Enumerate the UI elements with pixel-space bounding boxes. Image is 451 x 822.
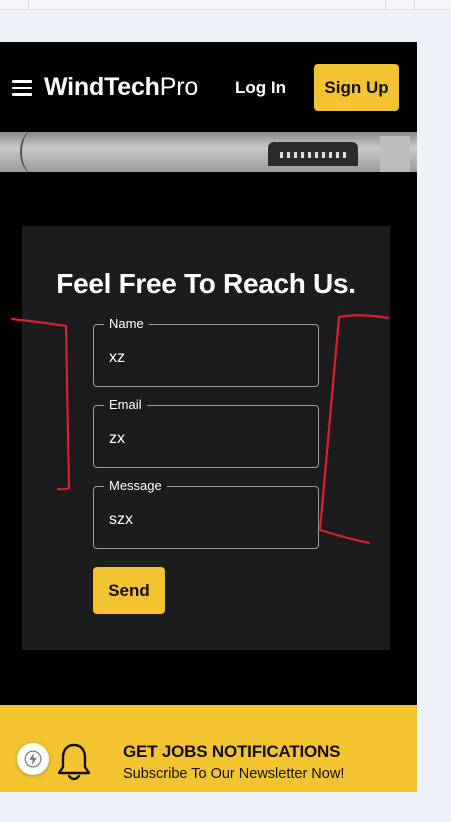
form-title: Feel Free To Reach Us. [56, 268, 356, 299]
name-field-label: Name [104, 316, 149, 331]
strip-divider [385, 0, 386, 10]
strip-divider [414, 0, 415, 10]
newsletter-banner: GET JOBS NOTIFICATIONS Subscribe To Our … [0, 705, 417, 792]
email-field-value: zx [109, 430, 125, 447]
hero-image-strip [0, 132, 417, 172]
login-link[interactable]: Log In [235, 78, 286, 98]
navbar: WindTechPro Log In Sign Up [0, 42, 417, 132]
bell-icon[interactable] [56, 741, 92, 783]
email-field-label: Email [104, 397, 147, 412]
strip-divider [28, 0, 29, 10]
name-field[interactable]: Name xz [93, 316, 319, 387]
name-field-value: xz [109, 349, 125, 366]
message-field-label: Message [104, 478, 167, 493]
message-field[interactable]: Message szx [93, 478, 319, 549]
message-field-value: szx [109, 511, 133, 528]
newsletter-subtitle: Subscribe To Our Newsletter Now! [123, 766, 345, 782]
email-field[interactable]: Email zx [93, 397, 319, 468]
hamburger-icon[interactable] [12, 80, 32, 96]
send-button[interactable]: Send [93, 567, 165, 614]
signup-button[interactable]: Sign Up [314, 64, 399, 111]
page-viewport: WindTechPro Log In Sign Up Feel Free To … [0, 42, 417, 792]
browser-top-strip [0, 0, 451, 10]
newsletter-title: GET JOBS NOTIFICATIONS [123, 742, 341, 761]
site-logo[interactable]: WindTechPro [44, 73, 198, 102]
contact-form-card: Feel Free To Reach Us. Name xz Email zx … [22, 226, 390, 650]
bolt-icon[interactable] [17, 743, 49, 775]
logo-bold-text: WindTech [44, 73, 160, 101]
logo-light-text: Pro [159, 73, 199, 101]
